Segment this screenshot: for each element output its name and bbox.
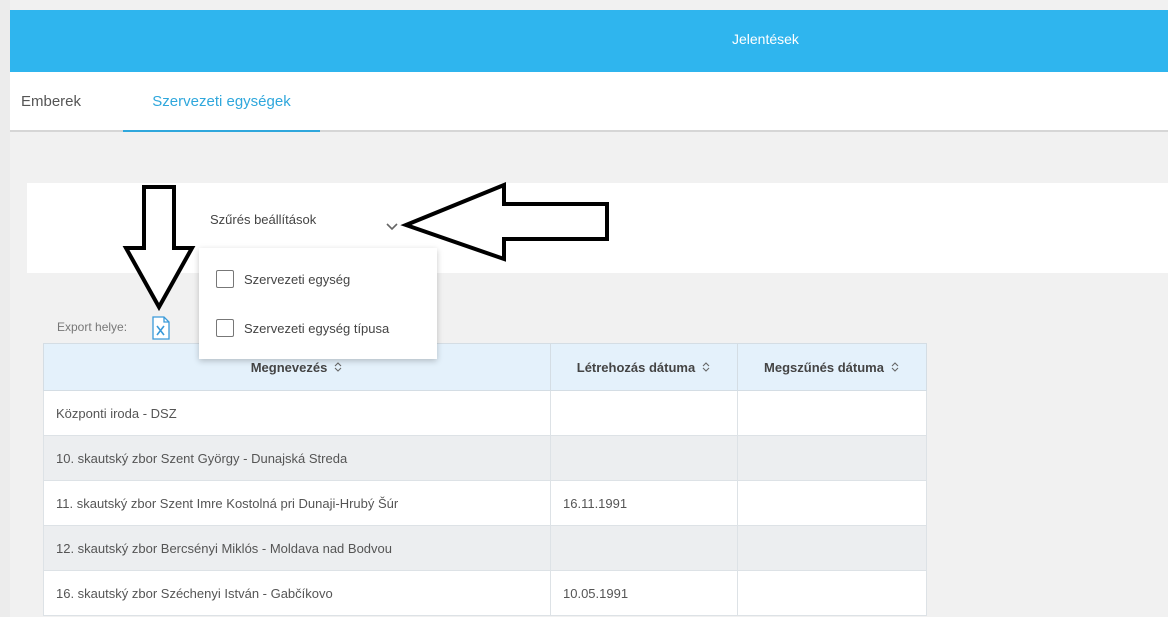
filter-option-label: Szervezeti egység — [244, 271, 351, 287]
column-header-letrehozas-datuma[interactable]: Létrehozás dátuma — [550, 343, 738, 391]
sort-icon — [702, 361, 710, 372]
filter-options-dropdown: Szervezeti egység Szervezeti egység típu… — [199, 248, 437, 359]
checkbox[interactable] — [216, 319, 234, 337]
cell-megszunes-datuma — [737, 525, 927, 571]
cell-letrehozas-datuma — [550, 390, 738, 436]
cell-letrehozas-datuma: 10.05.1991 — [550, 570, 738, 616]
column-header-label: Megszűnés dátuma — [764, 359, 884, 375]
cell-megszunes-datuma — [737, 390, 927, 436]
table-row[interactable]: 12. skautský zbor Bercsényi Miklós - Mol… — [43, 525, 927, 571]
sort-icon — [891, 361, 899, 372]
cell-megnevezes: 12. skautský zbor Bercsényi Miklós - Mol… — [43, 525, 551, 571]
filter-option-szervezeti-egyseg-tipusa[interactable]: Szervezeti egység típusa — [216, 317, 389, 339]
page-title: Jelentések — [732, 31, 799, 47]
table-row[interactable]: 10. skautský zbor Szent György - Dunajsk… — [43, 435, 927, 481]
column-header-megszunes-datuma[interactable]: Megszűnés dátuma — [737, 343, 927, 391]
left-gutter — [0, 0, 10, 617]
export-label: Export helye: — [57, 320, 128, 334]
table-row[interactable]: 16. skautský zbor Széchenyi István - Gab… — [43, 570, 927, 616]
filter-option-label: Szervezeti egység típusa — [244, 320, 390, 336]
cell-letrehozas-datuma — [550, 435, 738, 481]
filter-settings-toggle[interactable]: Szűrés beállítások — [210, 212, 316, 227]
cell-letrehozas-datuma — [550, 525, 738, 571]
cell-megnevezes: 16. skautský zbor Széchenyi István - Gab… — [43, 570, 551, 616]
top-header-bar: Jelentések — [10, 10, 1168, 72]
page: Jelentések Emberek Szervezeti egységek S… — [0, 0, 1168, 617]
cell-megnevezes: 11. skautský zbor Szent Imre Kostolná pr… — [43, 480, 551, 526]
cell-megnevezes: Központi iroda - DSZ — [43, 390, 551, 436]
cell-letrehozas-datuma: 16.11.1991 — [550, 480, 738, 526]
cell-megszunes-datuma — [737, 570, 927, 616]
sort-icon — [334, 361, 342, 372]
column-header-label: Létrehozás dátuma — [576, 359, 696, 375]
filter-option-szervezeti-egyseg[interactable]: Szervezeti egység — [216, 268, 350, 290]
cell-megszunes-datuma — [737, 480, 927, 526]
table-row[interactable]: 11. skautský zbor Szent Imre Kostolná pr… — [43, 480, 927, 526]
tab-emberek[interactable]: Emberek — [21, 72, 81, 132]
table-row[interactable]: Központi iroda - DSZ — [43, 390, 927, 436]
report-table: Megnevezés Létrehozás dátuma Megszűnés d… — [43, 343, 927, 616]
table-header-row: Megnevezés Létrehozás dátuma Megszűnés d… — [43, 343, 927, 391]
excel-file-icon[interactable] — [150, 316, 172, 340]
cell-megszunes-datuma — [737, 435, 927, 481]
column-header-label: Megnevezés — [250, 359, 328, 375]
cell-megnevezes: 10. skautský zbor Szent György - Dunajsk… — [43, 435, 551, 481]
chevron-down-icon[interactable] — [384, 218, 400, 234]
checkbox[interactable] — [216, 270, 234, 288]
tab-szervezeti-egysegek[interactable]: Szervezeti egységek — [123, 72, 320, 132]
tab-bar: Emberek Szervezeti egységek — [10, 72, 1168, 132]
